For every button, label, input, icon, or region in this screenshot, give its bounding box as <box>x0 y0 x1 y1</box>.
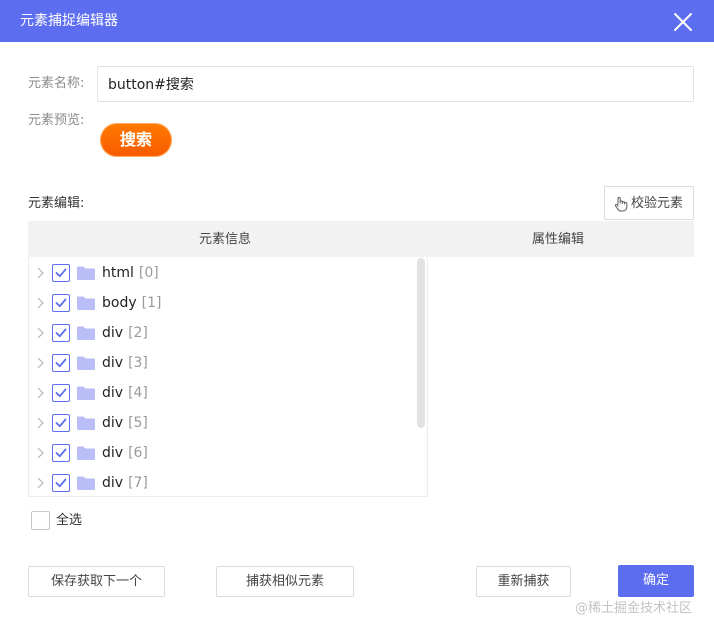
element-name-label: 元素名称: <box>28 76 85 91</box>
tree-row-tag: div [4] <box>102 385 148 401</box>
dialog-title: 元素捕捉编辑器 <box>20 13 118 29</box>
tree-row-index: [3] <box>128 355 148 371</box>
tree-row-checkbox[interactable] <box>52 384 70 402</box>
capture-similar-button[interactable]: 捕获相似元素 <box>216 566 354 597</box>
chevron-right-icon[interactable] <box>35 417 45 429</box>
verify-element-label: 校验元素 <box>631 196 684 211</box>
tree-row[interactable]: div [2] <box>29 318 417 348</box>
element-tree: html [0] body [1] div [2] div [3] div [4] div [5] di… <box>28 257 428 497</box>
save-and-next-button[interactable]: 保存获取下一个 <box>28 566 165 597</box>
tree-row-checkbox[interactable] <box>52 414 70 432</box>
chevron-right-icon[interactable] <box>35 297 45 309</box>
preview-search-button: 搜索 <box>100 123 172 157</box>
folder-icon <box>77 266 95 280</box>
tree-row[interactable]: div [5] <box>29 408 417 438</box>
chevron-right-icon[interactable] <box>35 447 45 459</box>
tree-row-checkbox[interactable] <box>52 294 70 312</box>
confirm-button[interactable]: 确定 <box>618 565 694 597</box>
column-attribute-edit: 属性编辑 <box>532 232 585 247</box>
dialog-titlebar: 元素捕捉编辑器 <box>0 0 714 42</box>
folder-icon <box>77 446 95 460</box>
tree-row-checkbox[interactable] <box>52 354 70 372</box>
tree-row-index: [0] <box>138 265 159 281</box>
folder-icon <box>77 356 95 370</box>
element-name-input[interactable] <box>97 66 694 102</box>
tree-row[interactable]: div [7] <box>29 468 417 496</box>
tree-row-index: [1] <box>141 295 162 311</box>
tree-row[interactable]: body [1] <box>29 288 417 318</box>
tree-row-tag: div [3] <box>102 355 148 371</box>
chevron-right-icon[interactable] <box>35 327 45 339</box>
tree-row-index: [6] <box>128 445 148 461</box>
tree-row[interactable]: div [6] <box>29 438 417 468</box>
element-preview-label: 元素预览: <box>28 113 85 128</box>
recapture-button[interactable]: 重新捕获 <box>476 566 571 597</box>
watermark: @稀土掘金技术社区 <box>575 601 693 616</box>
tree-row[interactable]: html [0] <box>29 258 417 288</box>
chevron-right-icon[interactable] <box>35 477 45 489</box>
tree-row-index: [4] <box>128 385 148 401</box>
tree-row-checkbox[interactable] <box>52 264 70 282</box>
folder-icon <box>77 296 95 310</box>
tree-row-index: [7] <box>128 475 148 491</box>
tree-row-tag: div [2] <box>102 325 148 341</box>
close-icon[interactable] <box>670 9 696 35</box>
tree-row-checkbox[interactable] <box>52 444 70 462</box>
folder-icon <box>77 326 95 340</box>
select-all-checkbox[interactable] <box>31 511 50 530</box>
hand-pointer-icon <box>614 196 628 212</box>
chevron-right-icon[interactable] <box>35 357 45 369</box>
tree-row-index: [2] <box>128 325 148 341</box>
tree-row-tag: html [0] <box>102 265 159 281</box>
tree-scrollbar[interactable] <box>417 258 425 428</box>
table-header: 元素信息 属性编辑 <box>28 221 694 257</box>
tree-row[interactable]: div [4] <box>29 378 417 408</box>
tree-row-tag: body [1] <box>102 295 162 311</box>
tree-row-checkbox[interactable] <box>52 474 70 492</box>
tree-row-tag: div [6] <box>102 445 148 461</box>
tree-row-tag: div [5] <box>102 415 148 431</box>
folder-icon <box>77 476 95 490</box>
element-edit-label: 元素编辑: <box>28 196 85 211</box>
tree-row-tag: div [7] <box>102 475 148 491</box>
folder-icon <box>77 386 95 400</box>
column-element-info: 元素信息 <box>199 232 252 247</box>
chevron-right-icon[interactable] <box>35 267 45 279</box>
tree-row[interactable]: div [3] <box>29 348 417 378</box>
tree-row-checkbox[interactable] <box>52 324 70 342</box>
tree-row-index: [5] <box>128 415 148 431</box>
folder-icon <box>77 416 95 430</box>
select-all-label: 全选 <box>56 513 83 528</box>
chevron-right-icon[interactable] <box>35 387 45 399</box>
verify-element-button[interactable]: 校验元素 <box>604 186 694 220</box>
